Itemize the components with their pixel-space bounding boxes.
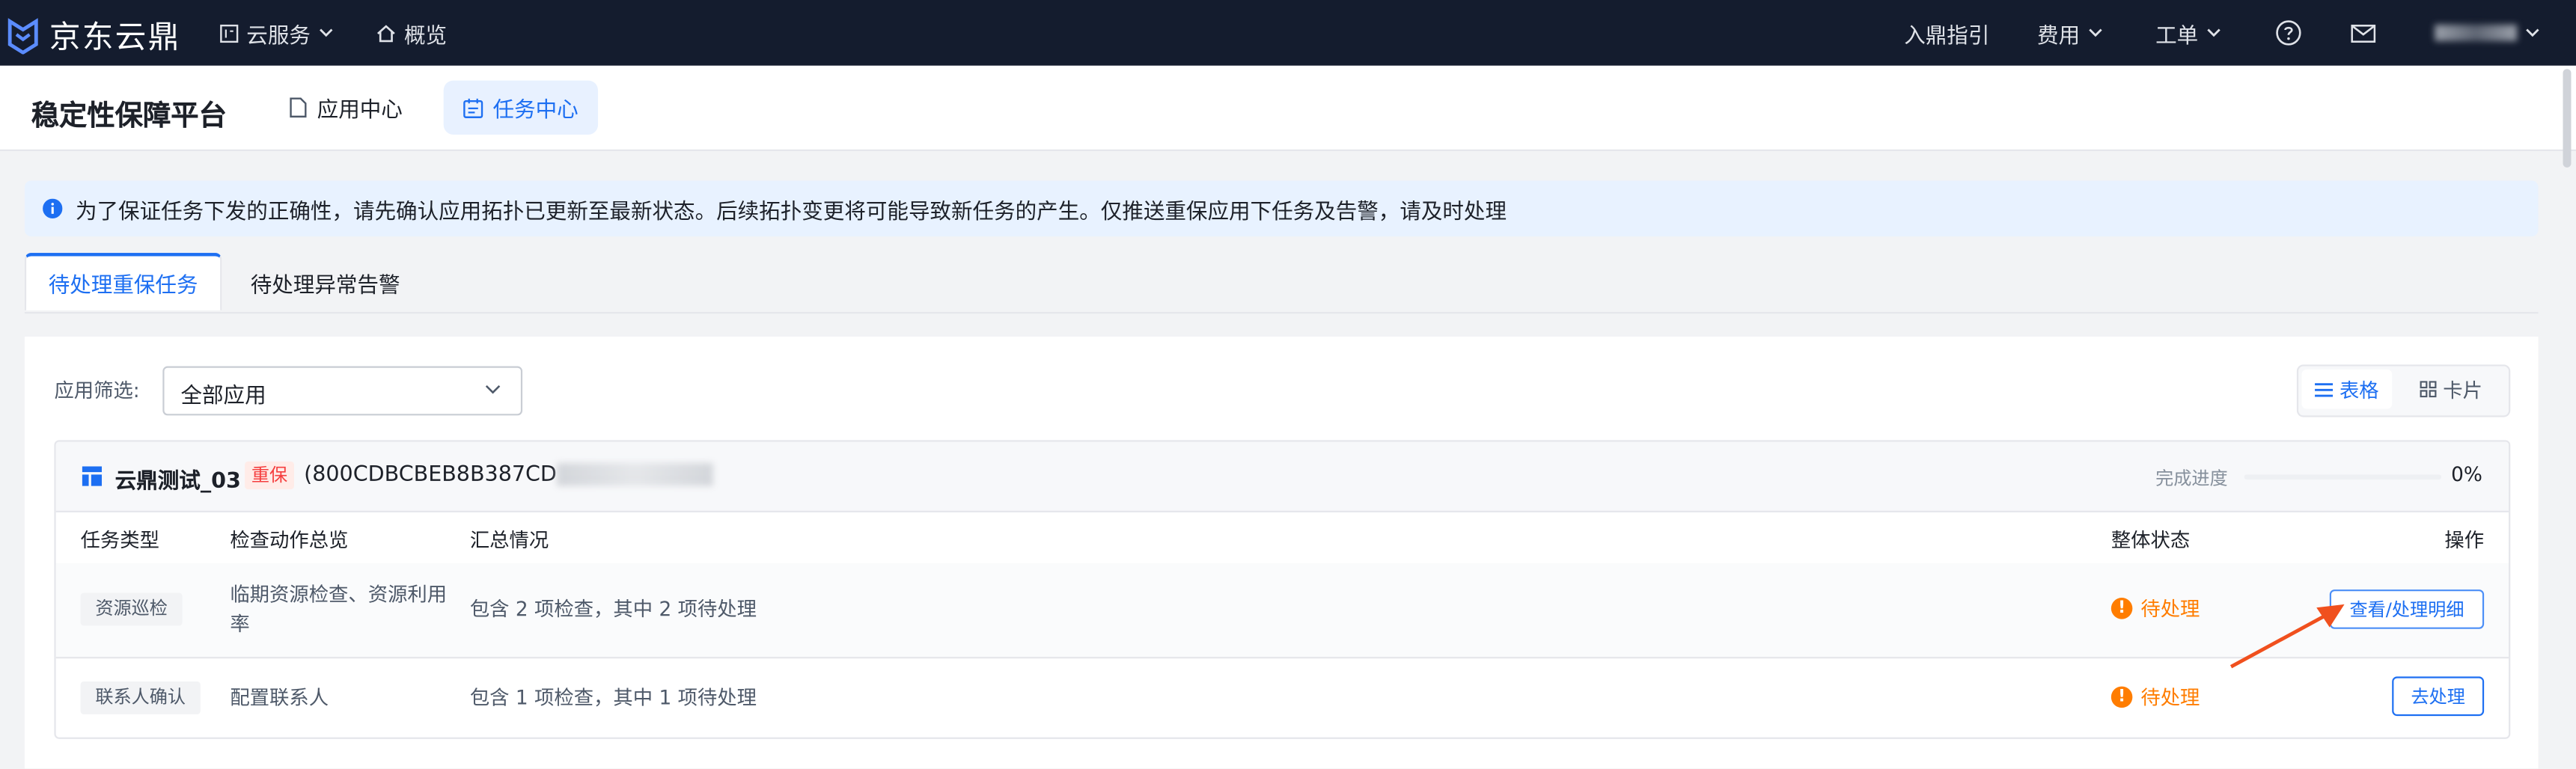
app-id: (800CDBCBEB8B387CD xyxy=(304,463,557,488)
info-icon xyxy=(43,198,63,218)
home-icon xyxy=(377,24,395,42)
grid-icon xyxy=(2420,381,2437,398)
status-text: 待处理 xyxy=(2140,686,2200,710)
row-summary: 包含 2 项检查，其中 2 项待处理 xyxy=(469,598,757,621)
jd-cloud-logo-icon xyxy=(7,17,38,54)
task-panel: 应用筛选: 全部应用 表格 卡片 云鼎测试_03 重保 (800CDBCBEB8… xyxy=(24,337,2539,769)
mail-button[interactable] xyxy=(2351,0,2384,66)
annotation-arrow-icon xyxy=(2229,604,2345,669)
list-icon xyxy=(2315,382,2334,396)
info-notice: 为了保证任务下发的正确性，请先确认应用拓扑已更新至最新状态。后续拓扑变更将可能导… xyxy=(24,180,2539,237)
chevron-down-icon xyxy=(485,384,501,394)
status-badge: ! 待处理 xyxy=(2110,595,2200,622)
tab-task-center-label: 任务中心 xyxy=(492,98,579,123)
page-scrollbar[interactable] xyxy=(2563,69,2572,168)
status-text: 待处理 xyxy=(2140,598,2200,621)
tab-app-center-label: 应用中心 xyxy=(317,98,403,123)
nav-overview[interactable]: 概览 xyxy=(376,0,447,66)
tab-pending-alerts[interactable]: 待处理异常告警 xyxy=(227,253,424,312)
help-button[interactable] xyxy=(2275,0,2310,66)
view-table-button[interactable]: 表格 xyxy=(2301,369,2393,409)
nav-guide-label: 入鼎指引 xyxy=(1904,23,1990,49)
chevron-down-icon xyxy=(2526,28,2539,37)
filter-label: 应用筛选: xyxy=(54,379,140,402)
status-badge: ! 待处理 xyxy=(2110,683,2200,711)
table-header: 任务类型 检查动作总览 汇总情况 整体状态 操作 xyxy=(55,511,2509,566)
chevron-down-icon xyxy=(2207,28,2221,37)
brand-name: 京东云鼎 xyxy=(49,19,181,56)
nav-ticket[interactable]: 工单 xyxy=(2155,0,2229,66)
view-table-label: 表格 xyxy=(2339,378,2379,402)
tab-app-center[interactable]: 应用中心 xyxy=(269,81,422,135)
grid-icon xyxy=(220,23,239,42)
nav-guide[interactable]: 入鼎指引 xyxy=(1904,0,1989,66)
task-type-tag: 联系人确认 xyxy=(80,681,201,714)
row-actions: 配置联系人 xyxy=(230,686,329,710)
view-toggle: 表格 卡片 xyxy=(2296,364,2511,417)
page: 京东云鼎 云服务 概览 入鼎指引 费用 工单 稳定性保障平台 应用中心 任务中心… xyxy=(0,0,2576,769)
brand-logo[interactable]: 京东云鼎 xyxy=(7,13,181,58)
view-card-label: 卡片 xyxy=(2443,378,2482,402)
nav-ticket-label: 工单 xyxy=(2155,23,2199,49)
app-filter-select[interactable]: 全部应用 xyxy=(162,366,523,416)
row-summary: 包含 1 项检查，其中 1 项待处理 xyxy=(469,686,757,710)
progress-label: 完成进度 xyxy=(2155,468,2228,490)
task-tabs: 待处理重保任务 待处理异常告警 xyxy=(24,253,2539,314)
tab-pending-key-tasks[interactable]: 待处理重保任务 xyxy=(24,253,222,310)
warning-icon: ! xyxy=(2110,686,2133,708)
document-icon xyxy=(290,97,307,118)
view-card-button[interactable]: 卡片 xyxy=(2407,370,2496,409)
calendar-icon xyxy=(463,97,483,117)
warning-icon: ! xyxy=(2110,598,2133,619)
progress-value: 0% xyxy=(2451,463,2482,486)
question-circle-icon xyxy=(2276,20,2301,46)
mail-icon xyxy=(2351,23,2376,42)
nav-billing-label: 费用 xyxy=(2037,23,2081,49)
app-id-redacted xyxy=(557,463,713,486)
chevron-down-icon xyxy=(320,28,333,37)
row-actions: 临期资源检查、资源利用率 xyxy=(230,583,448,636)
page-title: 稳定性保障平台 xyxy=(31,99,227,133)
col-summary: 汇总情况 xyxy=(469,528,549,552)
app-name: 云鼎测试_03 xyxy=(115,469,241,494)
table-row: 资源巡检 临期资源检查、资源利用率 包含 2 项检查，其中 2 项待处理 ! 待… xyxy=(55,563,2509,659)
notice-text: 为了保证任务下发的正确性，请先确认应用拓扑已更新至最新状态。后续拓扑变更将可能导… xyxy=(75,199,1507,224)
nav-overview-label: 概览 xyxy=(404,23,448,49)
progress-bar xyxy=(2244,474,2442,480)
col-task-type: 任务类型 xyxy=(80,528,159,552)
app-layout-icon xyxy=(82,466,103,486)
nav-cloud-services-label: 云服务 xyxy=(246,23,311,49)
chevron-down-icon xyxy=(2089,28,2102,37)
app-card-header: 云鼎测试_03 重保 (800CDBCBEB8B387CD 完成进度 0% xyxy=(55,441,2509,512)
username-blurred xyxy=(2435,24,2518,41)
sub-header: 稳定性保障平台 应用中心 任务中心 xyxy=(0,65,2576,151)
top-nav: 京东云鼎 云服务 概览 入鼎指引 费用 工单 xyxy=(0,0,2576,66)
process-button[interactable]: 去处理 xyxy=(2392,676,2485,717)
task-type-tag: 资源巡检 xyxy=(80,592,183,626)
nav-billing[interactable]: 费用 xyxy=(2037,0,2111,66)
table-row: 联系人确认 配置联系人 包含 1 项检查，其中 1 项待处理 ! 待处理 去处理 xyxy=(56,658,2509,737)
col-actions-overview: 检查动作总览 xyxy=(230,528,349,552)
tab-task-center[interactable]: 任务中心 xyxy=(443,80,599,135)
col-status: 整体状态 xyxy=(2110,528,2191,552)
priority-badge: 重保 xyxy=(245,461,294,490)
user-menu[interactable] xyxy=(2435,0,2548,66)
col-operation: 操作 xyxy=(2444,528,2485,552)
nav-cloud-services[interactable]: 云服务 xyxy=(220,0,341,66)
app-task-card: 云鼎测试_03 重保 (800CDBCBEB8B387CD 完成进度 0% 任务… xyxy=(54,440,2511,739)
app-filter-value: 全部应用 xyxy=(180,384,266,409)
